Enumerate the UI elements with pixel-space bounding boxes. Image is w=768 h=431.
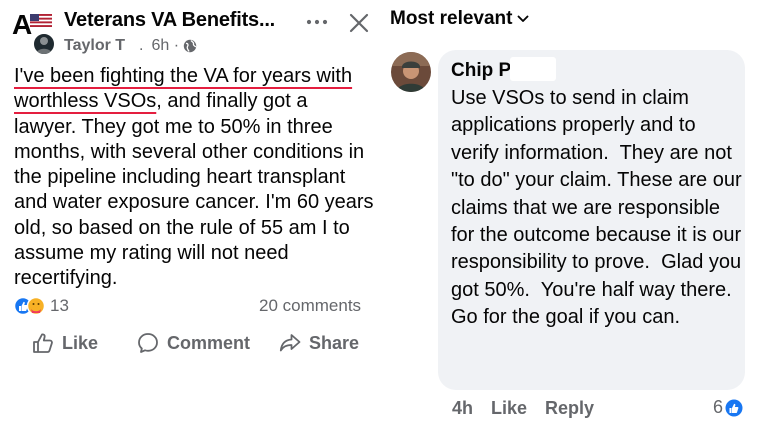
author-name[interactable]: Taylor T bbox=[64, 37, 125, 55]
post-time[interactable]: 6h · bbox=[152, 37, 180, 55]
share-button[interactable]: Share bbox=[279, 332, 359, 354]
like-reaction-icon bbox=[725, 399, 743, 416]
comments-panel: Most relevant Chip P Use VSOs to send in… bbox=[378, 0, 768, 431]
chevron-down-icon bbox=[518, 15, 529, 22]
comment-label: Comment bbox=[167, 332, 251, 353]
comment-bubble: Chip P Use VSOs to send in claim applica… bbox=[438, 50, 745, 390]
post-meta: Taylor T . 6h · bbox=[64, 37, 197, 55]
comment-reaction-count[interactable]: 6 bbox=[713, 397, 743, 418]
comment-actions: 4h Like Reply bbox=[452, 398, 594, 419]
like-button[interactable]: Like bbox=[32, 332, 98, 354]
thumbs-up-icon bbox=[33, 333, 53, 353]
care-reaction-icon bbox=[26, 296, 46, 316]
comment-reply-button[interactable]: Reply bbox=[545, 398, 594, 419]
reaction-summary[interactable]: 13 bbox=[13, 296, 69, 316]
comment-text: Use VSOs to send in claim applications p… bbox=[451, 87, 748, 329]
comment-icon bbox=[138, 333, 158, 353]
comment-like-button[interactable]: Like bbox=[491, 398, 527, 419]
commenter-avatar[interactable] bbox=[391, 52, 431, 92]
redaction-mask bbox=[510, 57, 556, 81]
sort-label: Most relevant bbox=[390, 8, 513, 29]
reaction-count: 13 bbox=[50, 296, 69, 315]
comment-button[interactable]: Comment bbox=[137, 332, 250, 354]
like-label: Like bbox=[62, 332, 99, 353]
share-icon bbox=[279, 334, 301, 352]
post-action-bar: Like Comment Share bbox=[0, 330, 376, 364]
post-text: , and finally got a lawyer. They got me … bbox=[14, 90, 374, 290]
post-header: A Veterans VA Benefits... Taylor T . 6h … bbox=[12, 7, 376, 59]
us-flag-icon bbox=[30, 14, 52, 27]
reaction-icons bbox=[13, 296, 48, 316]
meta-separator: . bbox=[139, 37, 144, 54]
comment-timestamp[interactable]: 4h bbox=[452, 398, 473, 419]
commenter-photo-icon bbox=[391, 52, 431, 92]
post-card: A Veterans VA Benefits... Taylor T . 6h … bbox=[0, 0, 376, 431]
author-avatar[interactable] bbox=[32, 32, 56, 56]
comments-count-link[interactable]: 20 comments bbox=[259, 296, 361, 316]
globe-icon bbox=[183, 39, 197, 53]
author-photo-icon bbox=[36, 37, 52, 54]
comment-reaction-number: 6 bbox=[713, 397, 724, 417]
group-avatar[interactable]: A bbox=[12, 10, 58, 56]
post-body: I've been fighting the VA for years with… bbox=[14, 64, 374, 292]
group-name[interactable]: Veterans VA Benefits... bbox=[64, 9, 275, 32]
comment-sort-dropdown[interactable]: Most relevant bbox=[390, 8, 530, 30]
commenter-name[interactable]: Chip P bbox=[451, 60, 511, 82]
more-icon[interactable] bbox=[303, 11, 331, 33]
share-label: Share bbox=[309, 332, 360, 353]
close-icon[interactable] bbox=[347, 11, 371, 35]
